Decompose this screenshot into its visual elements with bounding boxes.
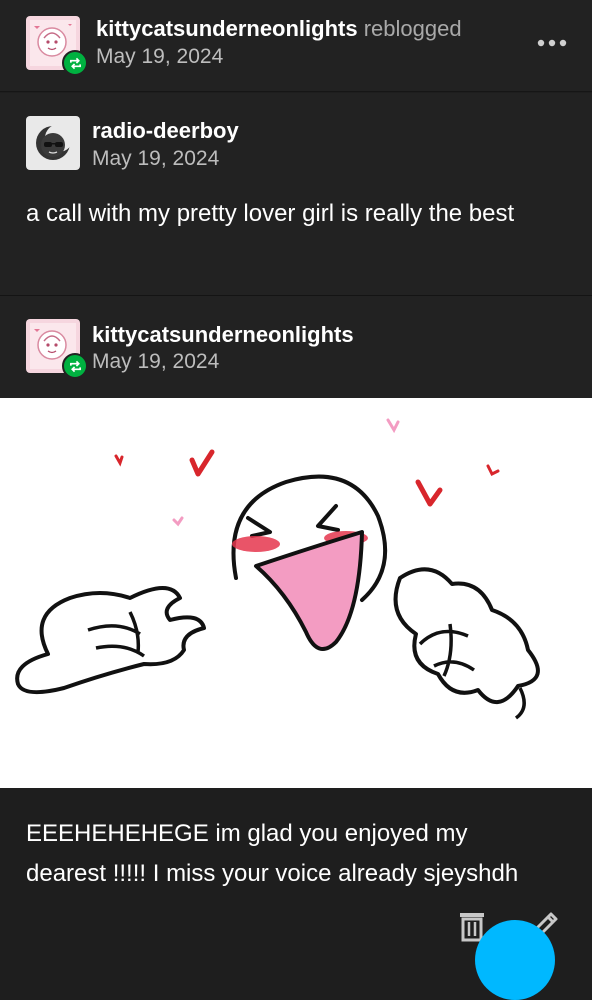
- post-image[interactable]: [0, 398, 592, 788]
- floating-action-button[interactable]: [475, 920, 555, 1000]
- reblog-comment-line-1: EEEHEHEHEGE im glad you enjoyed my: [26, 820, 468, 847]
- more-horizontal-icon: [537, 39, 567, 47]
- radio-deerboy-avatar-image: [26, 116, 80, 170]
- reblog-comment-line-2: dearest !!!!! I miss your voice already …: [26, 860, 519, 887]
- reblog-icon: [62, 353, 88, 379]
- trail-date[interactable]: May 19, 2024: [92, 350, 219, 374]
- trail-username[interactable]: kittycatsunderneonlights: [92, 322, 354, 348]
- kittycat-avatar[interactable]: [26, 319, 88, 379]
- trail-username[interactable]: radio-deerboy: [92, 118, 239, 144]
- reblogger-username[interactable]: kittycatsunderneonlights: [96, 16, 358, 41]
- excited-blob-drawing: [15, 418, 540, 720]
- reblog-comment: EEEHEHEHEGE im glad you enjoyed my deare…: [26, 814, 586, 894]
- trail-item-original: radio-deerboy May 19, 2024 a call with m…: [0, 93, 592, 295]
- radio-deerboy-avatar[interactable]: [26, 116, 80, 170]
- trail-post-text: a call with my pretty lover girl is real…: [26, 200, 515, 227]
- reblog-date[interactable]: May 19, 2024: [96, 45, 223, 69]
- reblogged-label: reblogged: [363, 16, 462, 41]
- reblogger-avatar[interactable]: [26, 16, 88, 76]
- trail-item-reblogger: kittycatsunderneonlights May 19, 2024: [0, 296, 592, 398]
- reblog-icon: [62, 50, 88, 76]
- post-header: kittycatsunderneonlights reblogged May 1…: [0, 0, 592, 92]
- trail-date[interactable]: May 19, 2024: [92, 147, 219, 171]
- reblogger-header-line: kittycatsunderneonlights reblogged: [96, 16, 462, 42]
- more-options-button[interactable]: [532, 30, 572, 56]
